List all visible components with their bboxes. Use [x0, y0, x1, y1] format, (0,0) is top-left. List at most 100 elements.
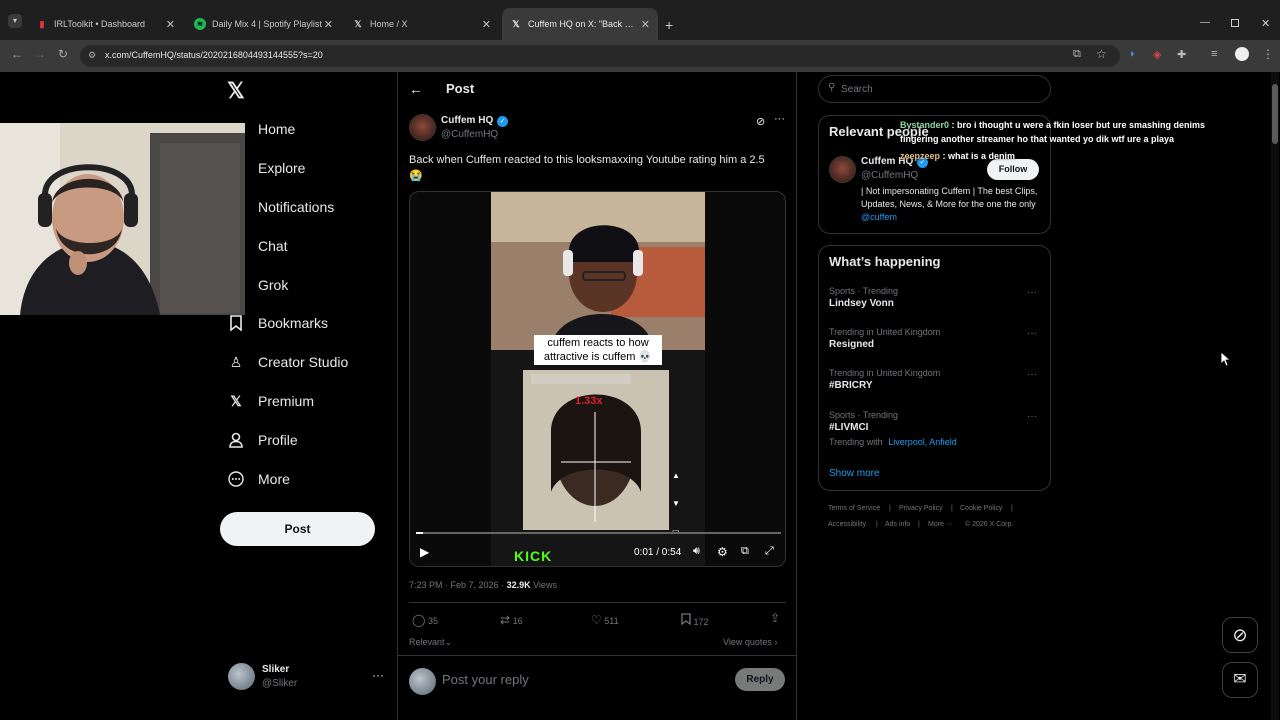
grok-floating-button[interactable]: ⊘ [1222, 617, 1258, 653]
forward-arrow-icon[interactable]: → [34, 47, 46, 61]
fullscreen-icon[interactable]: ⤢ [765, 545, 774, 558]
more-circle-icon [226, 469, 246, 489]
grok-explain-icon[interactable]: ⊘ [756, 115, 765, 128]
restore-window-icon[interactable] [1231, 19, 1239, 27]
show-more-link[interactable]: Show more [829, 468, 880, 479]
person-avatar[interactable] [829, 156, 856, 183]
trend-item[interactable]: Resigned [829, 339, 874, 350]
more-dots-icon[interactable]: ··· [372, 668, 384, 682]
post-more-icon[interactable]: ··· [774, 113, 785, 125]
media-controls-icon[interactable]: ≡ [1211, 48, 1217, 60]
repost-action[interactable]: ⇄ 16 [500, 613, 523, 627]
tab-list-chevron-icon[interactable]: ▾ [8, 14, 22, 28]
sidebar-item-label: Home [258, 121, 296, 137]
footer-more-link[interactable]: More ··· [928, 521, 953, 528]
bookmark-action[interactable]: 172 [681, 613, 709, 627]
post-button[interactable]: Post [220, 512, 375, 546]
author-name[interactable]: Cuffem HQ [441, 115, 493, 126]
mouse-cursor-icon [1220, 351, 1232, 371]
footer-copyright: © 2026 X Corp. [965, 521, 1014, 528]
video-player[interactable]: cuffem reacts to how attractive is cuffe… [409, 191, 786, 567]
reply-button[interactable]: Reply [735, 668, 785, 691]
sidebar-item-label: Creator Studio [258, 354, 349, 370]
new-tab-icon[interactable]: + [665, 17, 673, 33]
trend-more-icon[interactable]: ··· [1027, 287, 1037, 298]
browser-tab-bar: ▾ ▮ IRLToolkit • Dashboard ✕ ≋ Daily Mix… [0, 0, 1280, 40]
author-handle[interactable]: @CuffemHQ [441, 129, 498, 140]
trend-item[interactable]: #LIVMCI [829, 422, 868, 433]
reply-action[interactable]: ◯ 35 [412, 613, 438, 627]
views-count: 32.9K [506, 580, 531, 590]
chat-message: Bystander0 : bro i thought u were a fkin… [900, 118, 1225, 146]
search-input[interactable]: ⚲ Search [818, 75, 1051, 103]
extension-audio-icon[interactable]: ◗ [1129, 48, 1136, 60]
trend-category: Trending in United Kingdom [829, 327, 941, 337]
browser-tab-cuffem-post[interactable]: 𝕏 Cuffem HQ on X: "Back when C ✕ [502, 8, 658, 40]
browser-menu-icon[interactable]: ⋮ [1262, 47, 1274, 61]
sidebar-item-label: Chat [258, 238, 288, 254]
scrollbar-thumb[interactable] [1272, 84, 1278, 144]
person-bio: | Not impersonating Cuffem | The best Cl… [861, 185, 1041, 224]
close-tab-icon[interactable]: ✕ [166, 18, 175, 31]
post-timestamp: 7:23 PM · Feb 7, 2026 · 32.9K Views [409, 580, 557, 590]
follow-button[interactable]: Follow [987, 159, 1039, 180]
person-handle[interactable]: @CuffemHQ [861, 170, 918, 181]
footer-accessibility-link[interactable]: Accessibility [828, 521, 866, 528]
dock-icon[interactable]: ⧉ [741, 545, 749, 558]
account-handle: @Sliker [262, 678, 298, 689]
close-tab-icon[interactable]: ✕ [641, 18, 650, 31]
trend-item[interactable]: #BRICRY [829, 380, 873, 391]
play-icon[interactable]: ▶ [420, 545, 429, 559]
footer-terms-link[interactable]: Terms of Service [828, 505, 880, 512]
url-text[interactable]: x.com/CuffemHQ/status/202021680449314455… [105, 50, 323, 60]
reply-input[interactable]: Post your reply [442, 672, 529, 687]
minimize-window-icon[interactable]: — [1200, 17, 1210, 28]
trend-item[interactable]: Lindsey Vonn [829, 298, 894, 309]
browser-tab-home-x[interactable]: 𝕏 Home / X ✕ [344, 8, 499, 40]
trend-more-icon[interactable]: ··· [1027, 369, 1037, 380]
site-info-icon[interactable]: ⚙ [88, 50, 96, 61]
extensions-puzzle-icon[interactable]: ✚ [1177, 48, 1186, 61]
trend-more-icon[interactable]: ··· [1027, 411, 1037, 422]
extension-shield-icon[interactable]: ◈ [1153, 48, 1161, 61]
footer-separator: | [876, 521, 878, 528]
close-window-icon[interactable]: ✕ [1261, 17, 1270, 30]
browser-tab-irltoolkit[interactable]: ▮ IRLToolkit • Dashboard ✕ [28, 8, 183, 40]
profile-avatar-icon[interactable] [1235, 47, 1249, 61]
trend-related-prefix: Trending with [829, 437, 886, 447]
irltoolkit-icon: ▮ [39, 18, 45, 29]
settings-gear-icon[interactable]: ⚙ [717, 545, 728, 559]
footer-privacy-link[interactable]: Privacy Policy [899, 505, 943, 512]
author-avatar[interactable] [409, 114, 436, 141]
share-icon[interactable]: ⇪ [770, 611, 780, 625]
footer-ads-link[interactable]: Ads info [885, 521, 910, 528]
trend-related-links[interactable]: Liverpool, Anfield [888, 437, 957, 447]
messages-floating-button[interactable]: ✉ [1222, 662, 1258, 698]
timestamp-text: 7:23 PM · Feb 7, 2026 · [409, 580, 507, 590]
repost-icon: ⇄ [500, 613, 511, 627]
view-quotes-link[interactable]: View quotes › [723, 637, 777, 647]
x-logo-icon[interactable]: 𝕏 [227, 78, 245, 104]
close-tab-icon[interactable]: ✕ [482, 18, 491, 31]
sidebar-item-premium[interactable]: 𝕏 Premium [226, 389, 314, 413]
creator-studio-icon: ♙ [229, 353, 243, 370]
video-progress-track[interactable] [416, 532, 781, 534]
close-tab-icon[interactable]: ✕ [324, 18, 333, 31]
sidebar-item-creator-studio[interactable]: ♙ Creator Studio [226, 350, 349, 374]
trend-more-icon[interactable]: ··· [1027, 328, 1037, 339]
page-scrollbar[interactable] [1271, 72, 1279, 720]
reload-icon[interactable]: ↻ [58, 47, 68, 61]
sidebar-item-more[interactable]: More [226, 467, 290, 491]
bookmark-star-icon[interactable]: ☆ [1096, 47, 1107, 61]
install-app-icon[interactable]: ⧉ [1073, 48, 1081, 61]
person-bio-link[interactable]: @cuffem [861, 212, 897, 222]
back-arrow-icon[interactable]: ← [11, 47, 23, 61]
footer-cookie-link[interactable]: Cookie Policy [960, 505, 1002, 512]
sidebar-item-profile[interactable]: Profile [226, 428, 298, 452]
account-switcher[interactable]: Sliker @Sliker ··· [228, 662, 388, 692]
like-action[interactable]: ♡ 511 [591, 613, 619, 627]
sort-dropdown[interactable]: Relevant⌄ [409, 637, 452, 648]
volume-icon[interactable]: 🔊︎ [693, 545, 700, 558]
browser-tab-spotify[interactable]: ≋ Daily Mix 4 | Spotify Playlist ✕ [186, 8, 341, 40]
back-arrow-icon[interactable]: ← [409, 81, 423, 97]
